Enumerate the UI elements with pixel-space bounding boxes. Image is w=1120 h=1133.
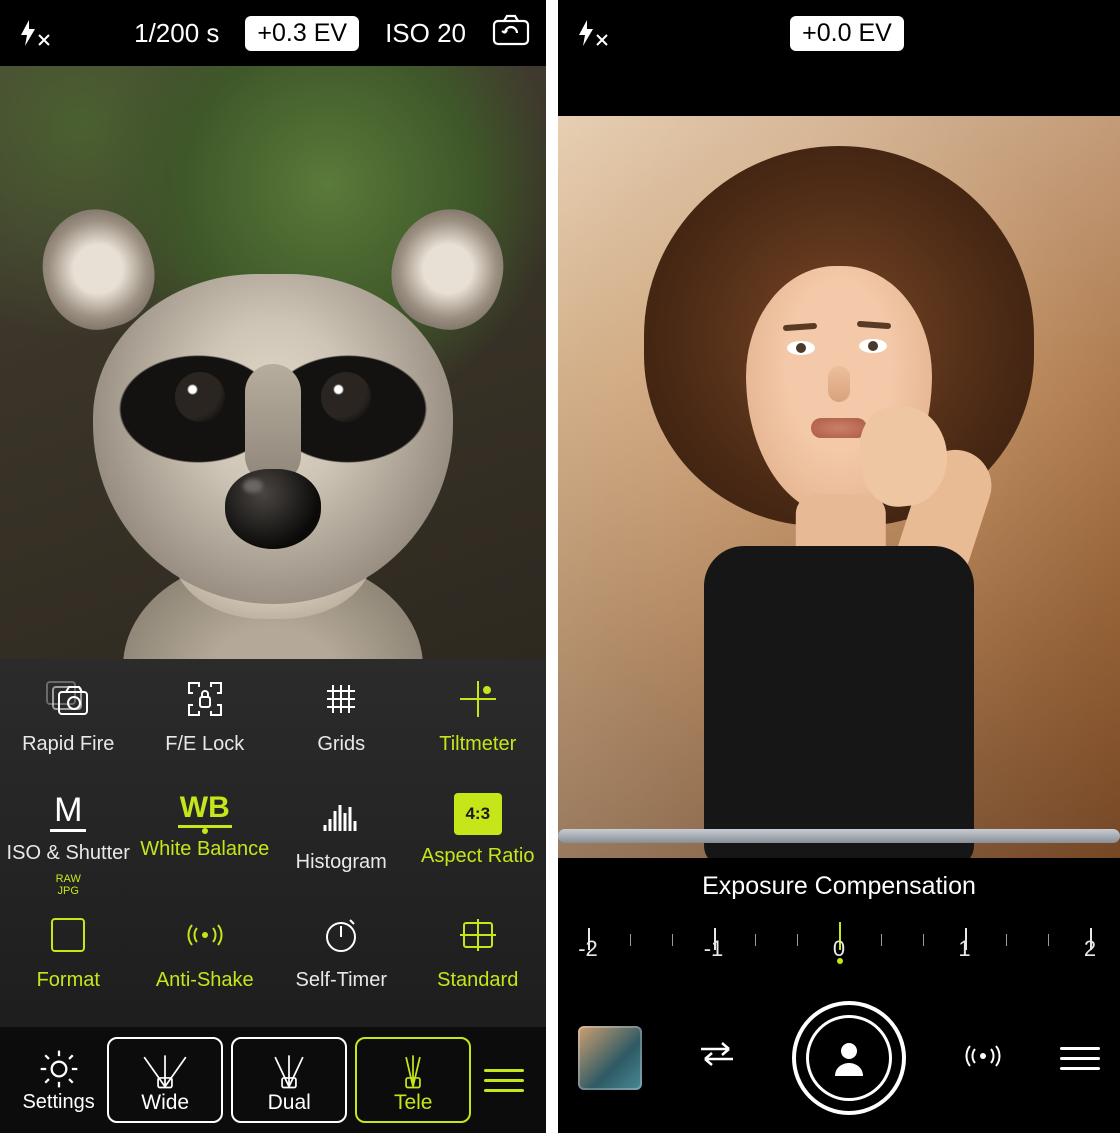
x-icon	[37, 33, 51, 47]
top-bar: 1/200 s +0.3 EV ISO 20	[0, 0, 546, 66]
tool-label: Self-Timer	[296, 969, 387, 992]
tool-label: Histogram	[296, 851, 387, 874]
standard-tool[interactable]: Standard	[410, 911, 547, 1029]
anti-shake-icon	[181, 911, 229, 959]
tool-label: Grids	[317, 733, 365, 756]
portrait-mode-icon	[825, 1034, 873, 1082]
grids-tool[interactable]: Grids	[273, 675, 410, 793]
anti-shake-button[interactable]	[959, 1032, 1007, 1085]
camera-flip-button[interactable]	[492, 14, 530, 53]
tiltmeter-icon	[454, 675, 502, 723]
viewfinder-subject	[53, 179, 493, 659]
m-icon: M	[50, 793, 86, 832]
tool-label: F/E Lock	[165, 733, 244, 756]
settings-label: Settings	[22, 1091, 94, 1114]
reticle-icon	[454, 911, 502, 959]
gallery-thumbnail[interactable]	[578, 1026, 642, 1090]
gear-icon	[37, 1047, 81, 1091]
tool-label: White Balance	[140, 838, 269, 861]
histogram-icon	[317, 793, 365, 841]
lens-label: Wide	[141, 1091, 189, 1115]
grids-icon	[317, 675, 365, 723]
format-badge: RAWJPG	[56, 873, 81, 897]
tool-label: Format	[37, 969, 100, 992]
swap-icon	[695, 1039, 739, 1069]
viewfinder[interactable]	[0, 66, 546, 659]
format-icon	[44, 911, 92, 959]
tool-label: ISO & Shutter	[7, 842, 130, 865]
tools-menu-button[interactable]	[471, 1069, 536, 1092]
ev-pill[interactable]: +0.3 EV	[245, 16, 359, 51]
lens-label: Dual	[268, 1091, 311, 1115]
scale-label: -2	[578, 936, 598, 962]
iso-readout[interactable]: ISO 20	[385, 18, 466, 49]
fe-lock-icon	[181, 675, 229, 723]
bottom-dock: Settings Wide Dual Tele	[0, 1027, 546, 1133]
rapid-fire-tool[interactable]: Rapid Fire	[0, 675, 137, 793]
exposure-compensation-label: Exposure Compensation	[558, 872, 1120, 901]
aspect-ratio-badge: 4:3	[454, 793, 502, 835]
camera-flip-icon	[492, 14, 530, 46]
wb-icon: WB	[178, 793, 232, 828]
flash-toggle[interactable]	[16, 18, 72, 48]
exposure-scale[interactable]: -2-1012	[558, 912, 1120, 978]
x-icon	[595, 33, 609, 47]
tools-panel: Rapid Fire F/E Lock Grids	[0, 659, 546, 1133]
scale-label: 2	[1084, 936, 1096, 962]
histogram-tool[interactable]: Histogram	[273, 793, 410, 911]
tool-label: Standard	[437, 969, 518, 992]
self-timer-tool[interactable]: Self-Timer	[273, 911, 410, 1029]
rapid-fire-icon	[44, 675, 92, 723]
tool-label: Rapid Fire	[22, 733, 114, 756]
fe-lock-tool[interactable]: F/E Lock	[137, 675, 274, 793]
camera-screen-tools: 1/200 s +0.3 EV ISO 20	[0, 0, 546, 1133]
lens-label: Tele	[394, 1091, 433, 1115]
viewfinder[interactable]	[558, 116, 1120, 858]
lens-wide-icon	[139, 1051, 191, 1091]
anti-shake-icon	[959, 1032, 1007, 1080]
lens-dual-icon	[263, 1051, 315, 1091]
tool-label: Aspect Ratio	[421, 845, 534, 868]
anti-shake-tool[interactable]: Anti-Shake	[137, 911, 274, 1029]
tiltmeter-tool[interactable]: Tiltmeter	[410, 675, 547, 793]
top-bar: +0.0 EV	[558, 0, 1120, 66]
ev-pill[interactable]: +0.0 EV	[790, 16, 904, 51]
white-balance-tool[interactable]: WB White Balance	[137, 793, 274, 911]
tool-label: Tiltmeter	[439, 733, 516, 756]
lens-dual[interactable]: Dual	[231, 1037, 347, 1123]
scale-label: 1	[958, 936, 970, 962]
shutter-button[interactable]	[792, 1001, 906, 1115]
lens-tele[interactable]: Tele	[355, 1037, 471, 1123]
tools-menu-button[interactable]	[1060, 1047, 1100, 1070]
scale-label: -1	[704, 936, 724, 962]
tool-label: Anti-Shake	[156, 969, 254, 992]
self-timer-icon	[317, 911, 365, 959]
lens-selector: Wide Dual Tele	[107, 1037, 471, 1123]
bottom-dock	[558, 983, 1120, 1133]
aspect-ratio-tool[interactable]: 4:3 Aspect Ratio	[410, 793, 547, 911]
format-tool[interactable]: RAWJPG Format	[0, 911, 137, 1029]
camera-screen-exposure: +0.0 EV Exposure Compensation -2-1012	[558, 0, 1120, 1133]
lens-wide[interactable]: Wide	[107, 1037, 223, 1123]
lens-tele-icon	[387, 1051, 439, 1091]
settings-button[interactable]: Settings	[10, 1047, 107, 1114]
flash-toggle[interactable]	[574, 18, 630, 48]
shutter-speed-readout[interactable]: 1/200 s	[134, 18, 219, 49]
swap-button[interactable]	[695, 1039, 739, 1078]
